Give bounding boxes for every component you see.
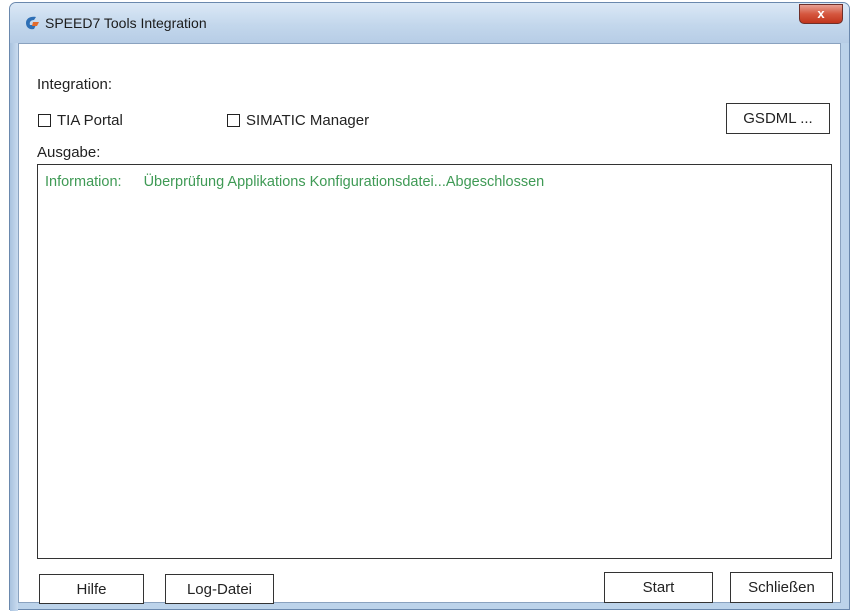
close-icon: x bbox=[817, 6, 825, 21]
tia-portal-label: TIA Portal bbox=[57, 112, 123, 129]
integration-label: Integration: bbox=[37, 76, 113, 93]
help-button[interactable]: Hilfe bbox=[39, 574, 144, 604]
close-window-button[interactable]: x bbox=[799, 4, 843, 24]
simatic-manager-checkbox-row[interactable]: SIMATIC Manager bbox=[227, 112, 369, 129]
tia-portal-checkbox-row[interactable]: TIA Portal bbox=[38, 112, 123, 129]
dialog-window: SPEED7 Tools Integration x Integration: … bbox=[9, 2, 850, 611]
log-line: Information: Überprüfung Applikations Kon… bbox=[45, 174, 544, 190]
output-label: Ausgabe: bbox=[37, 144, 101, 161]
window-title: SPEED7 Tools Integration bbox=[45, 15, 207, 31]
start-button[interactable]: Start bbox=[604, 572, 713, 603]
close-button[interactable]: Schließen bbox=[730, 572, 833, 603]
logfile-button[interactable]: Log-Datei bbox=[165, 574, 274, 604]
dialog-content: Integration: TIA Portal SIMATIC Manager … bbox=[18, 43, 841, 604]
window-frame-edge bbox=[10, 43, 18, 611]
app-icon bbox=[26, 16, 39, 30]
title-bar[interactable]: SPEED7 Tools Integration x bbox=[10, 3, 849, 43]
log-message: Überprüfung Applikations Konfigurationsd… bbox=[143, 174, 545, 190]
log-level: Information: bbox=[45, 174, 122, 190]
gsdml-button[interactable]: GSDML ... bbox=[726, 103, 830, 134]
output-log-panel[interactable]: Information: Überprüfung Applikations Kon… bbox=[37, 164, 832, 559]
simatic-manager-label: SIMATIC Manager bbox=[246, 112, 370, 129]
tia-portal-checkbox[interactable] bbox=[38, 114, 51, 127]
simatic-manager-checkbox[interactable] bbox=[227, 114, 240, 127]
